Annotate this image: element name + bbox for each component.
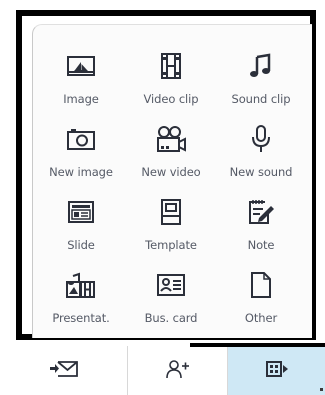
insert-other-label: Other bbox=[244, 311, 278, 325]
new-video-label: New video bbox=[141, 165, 201, 179]
insert-slide-option[interactable]: Slide bbox=[36, 190, 126, 263]
insert-other-option[interactable]: Other bbox=[216, 263, 306, 336]
insert-presentation-option[interactable]: Presentat. bbox=[36, 263, 126, 336]
video-camera-icon bbox=[153, 123, 189, 155]
insert-business-card-label: Bus. card bbox=[144, 311, 198, 325]
insert-slide-label: Slide bbox=[67, 238, 95, 252]
screen: Image Video clip Sound clip New image Ne… bbox=[0, 0, 325, 395]
new-video-option[interactable]: New video bbox=[126, 117, 216, 190]
insert-business-card-option[interactable]: Bus. card bbox=[126, 263, 216, 336]
insert-presentation-label: Presentat. bbox=[52, 311, 110, 325]
new-image-label: New image bbox=[49, 165, 113, 179]
slide-icon bbox=[63, 196, 99, 228]
insert-button[interactable] bbox=[228, 346, 325, 395]
corner-indicator bbox=[320, 388, 323, 391]
insert-note-label: Note bbox=[247, 238, 275, 252]
add-recipient-button[interactable] bbox=[128, 346, 228, 395]
insert-template-option[interactable]: Template bbox=[126, 190, 216, 263]
video-clip-icon bbox=[153, 50, 189, 82]
microphone-icon bbox=[243, 123, 279, 155]
insert-sound-clip-label: Sound clip bbox=[231, 92, 291, 106]
document-icon bbox=[243, 269, 279, 301]
insert-image-option[interactable]: Image bbox=[36, 44, 126, 117]
insert-note-option[interactable]: Note bbox=[216, 190, 306, 263]
send-message-icon bbox=[49, 359, 79, 383]
new-image-option[interactable]: New image bbox=[36, 117, 126, 190]
insert-template-label: Template bbox=[145, 238, 197, 252]
insert-video-clip-label: Video clip bbox=[143, 92, 199, 106]
insert-sound-clip-option[interactable]: Sound clip bbox=[216, 44, 306, 117]
add-recipient-icon bbox=[165, 359, 190, 383]
template-icon bbox=[153, 196, 189, 228]
new-sound-label: New sound bbox=[229, 165, 293, 179]
insert-video-clip-option[interactable]: Video clip bbox=[126, 44, 216, 117]
new-sound-option[interactable]: New sound bbox=[216, 117, 306, 190]
image-icon bbox=[63, 50, 99, 82]
sound-clip-icon bbox=[243, 50, 279, 82]
frame-edge-line bbox=[190, 343, 325, 347]
presentation-icon bbox=[63, 269, 99, 301]
insert-image-label: Image bbox=[63, 92, 99, 106]
bottom-toolbar bbox=[0, 346, 325, 395]
business-card-icon bbox=[153, 269, 189, 301]
camera-icon bbox=[63, 123, 99, 155]
note-icon bbox=[243, 196, 279, 228]
insert-icon bbox=[265, 360, 289, 382]
send-message-button[interactable] bbox=[0, 346, 128, 395]
insert-options-grid: Image Video clip Sound clip New image Ne… bbox=[36, 44, 306, 344]
